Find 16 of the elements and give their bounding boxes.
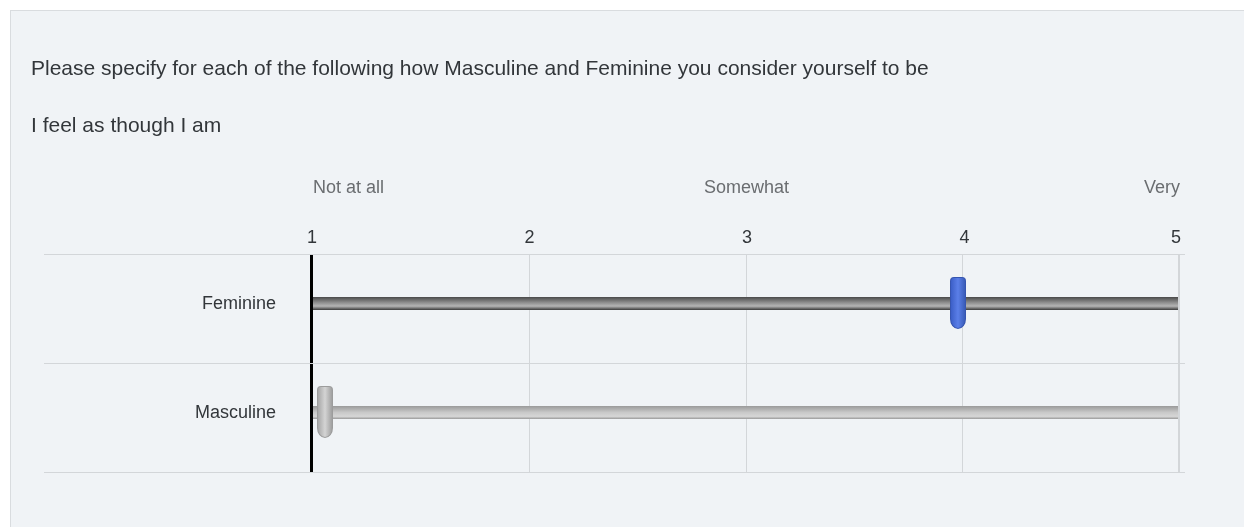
slider[interactable] — [313, 277, 1178, 329]
scale-number: 2 — [524, 226, 535, 248]
scale-anchor-label: Not at all — [313, 176, 386, 198]
slider-handle[interactable] — [949, 277, 966, 329]
scale-anchor-label: Very — [1142, 176, 1180, 198]
scale-number: 3 — [742, 226, 752, 248]
item-label: Masculine — [194, 401, 276, 423]
item-label: Feminine — [201, 292, 276, 314]
scale-number: 1 — [307, 226, 317, 248]
scale-number: 5 — [1171, 226, 1181, 248]
scale-number: 4 — [959, 226, 970, 248]
slider[interactable] — [313, 386, 1178, 438]
statement-text: I feel as though I am — [31, 112, 223, 138]
scale-anchor-label: Somewhat — [703, 176, 789, 198]
slider-handle[interactable] — [317, 386, 333, 438]
question-text: Please specify for each of the following how Masculine and Feminine you consider yourself to be — [31, 55, 930, 81]
